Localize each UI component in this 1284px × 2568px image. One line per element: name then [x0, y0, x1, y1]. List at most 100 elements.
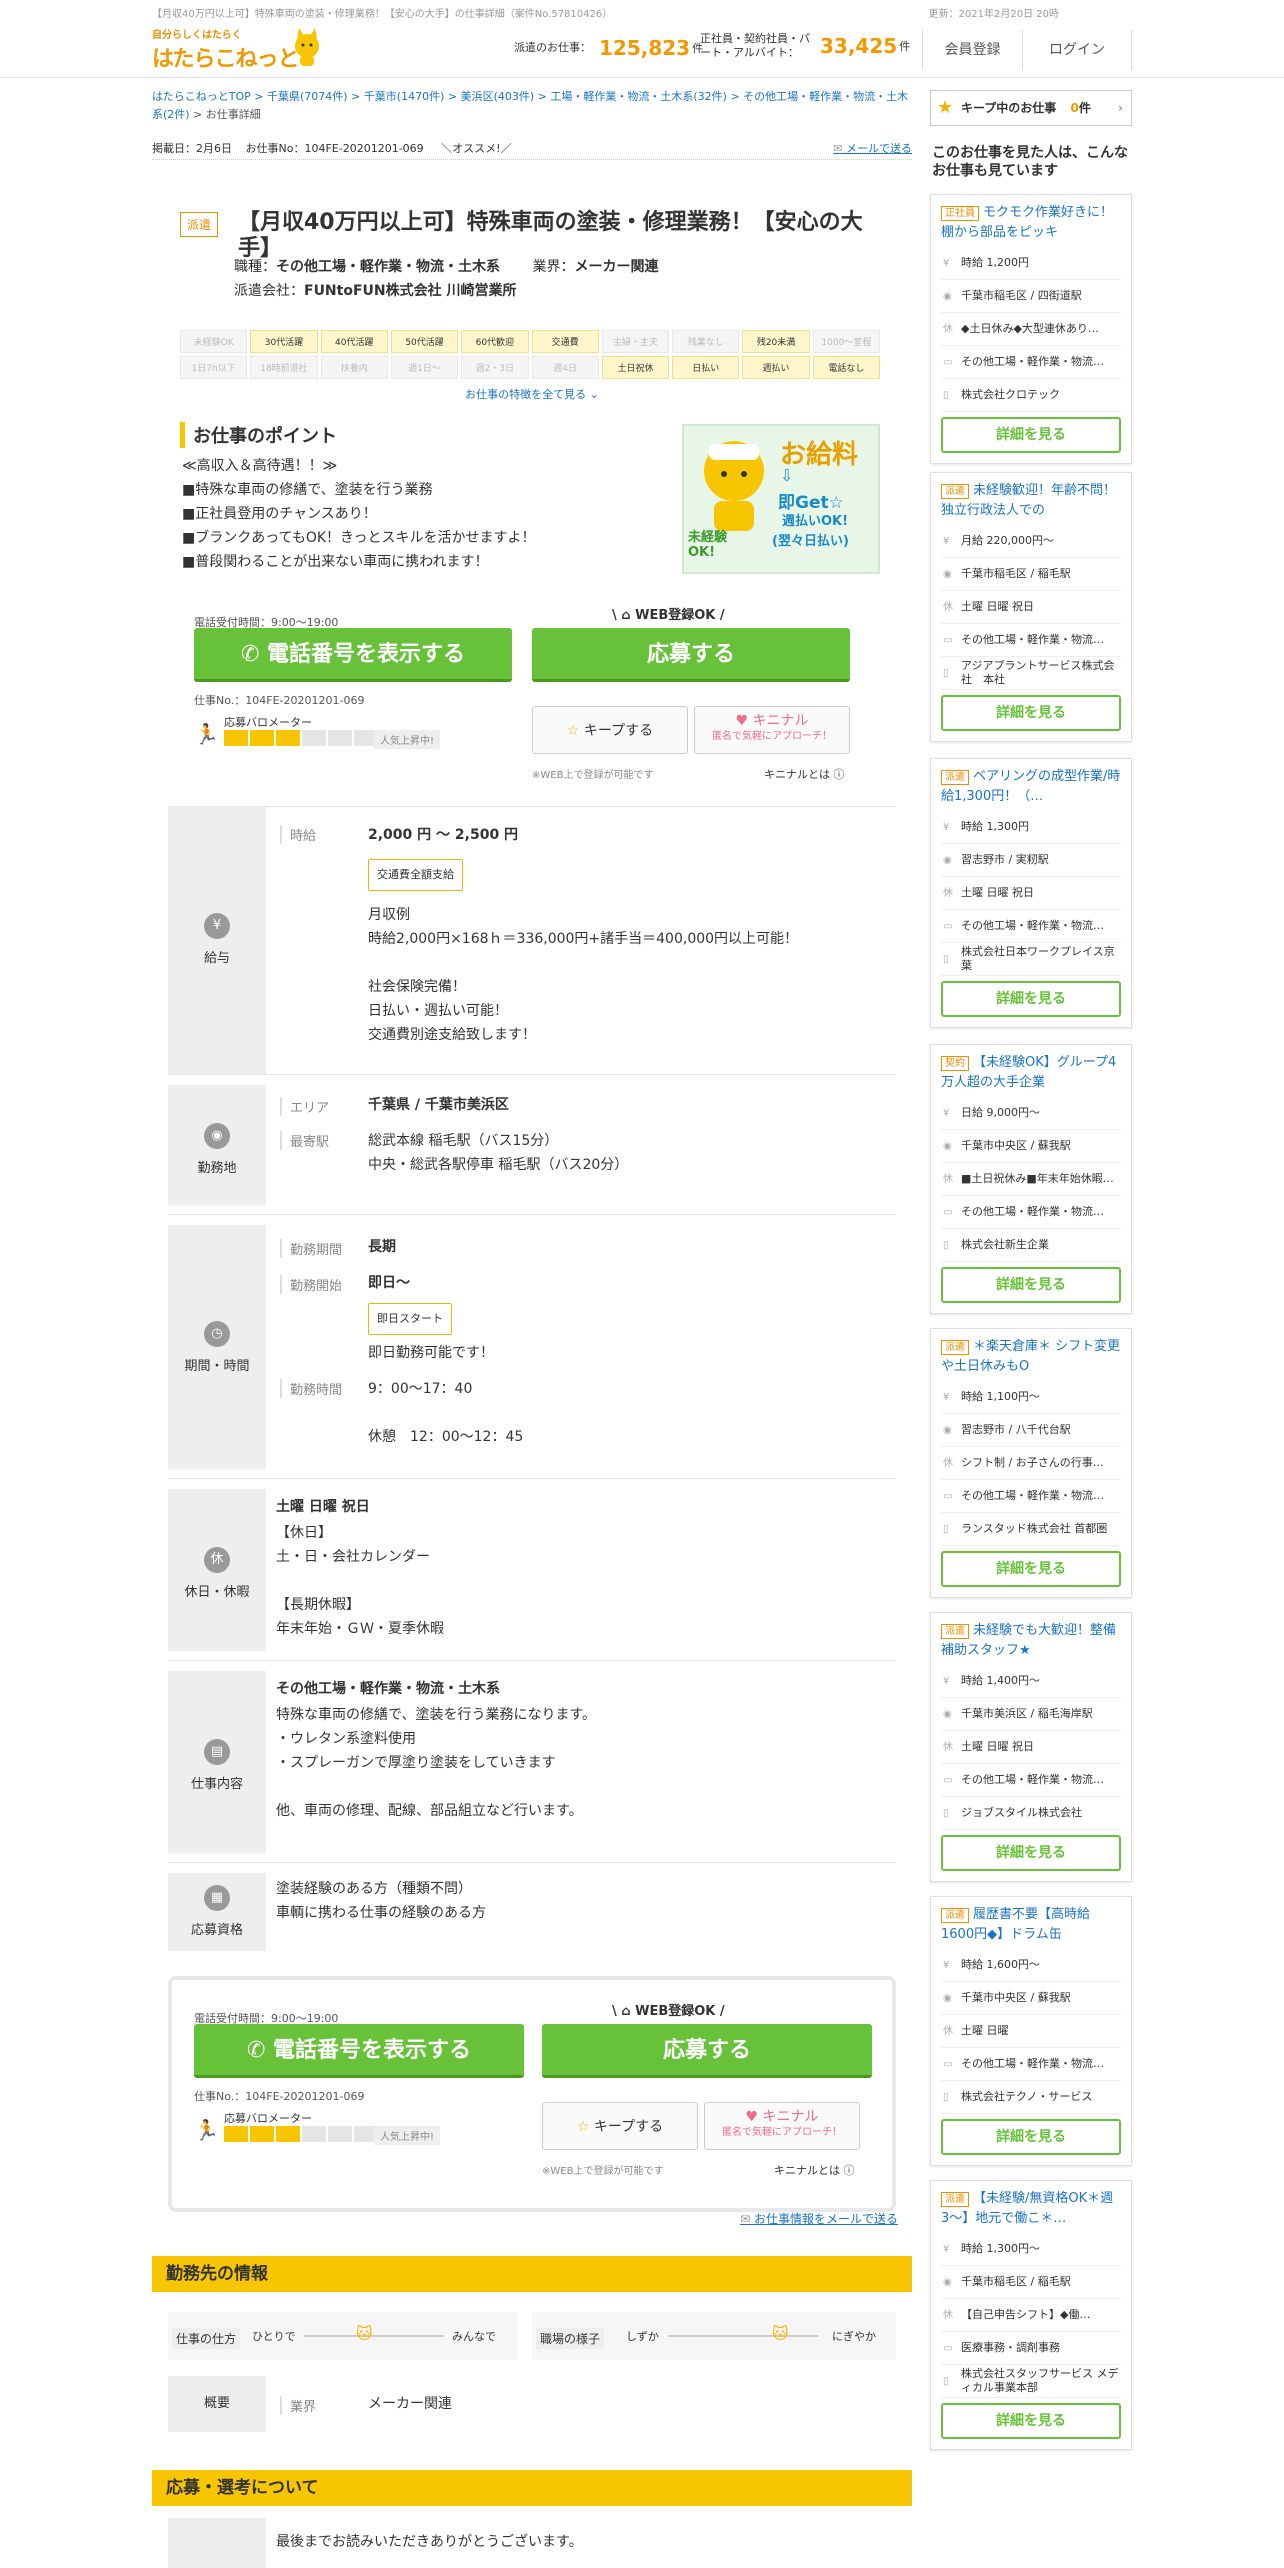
- work-style-left: ひとりで: [252, 2330, 296, 2343]
- kininaru-button-2[interactable]: ♥ キニナル 匿名で気軽にアプローチ！: [704, 2102, 860, 2150]
- holiday-body: 【休日】 土・日・会社カレンダー 【長期休暇】 年末年始・ＧＷ・夏季休暇: [276, 1525, 444, 1637]
- recommend-row-text: 株式会社日本ワークプレイス京葉: [961, 945, 1115, 972]
- feature-tag: 週4日: [531, 356, 599, 379]
- barometer-segment: [250, 2126, 274, 2142]
- more-features-link[interactable]: お仕事の特徴を全て見る ⌄: [152, 386, 912, 402]
- workplace-bar: 勤務先の情報: [152, 2256, 912, 2292]
- kininaru-label-2: キニナル: [762, 2109, 819, 2125]
- recommend-row-text: 月給 220,000円～: [961, 534, 1054, 547]
- recommend-card-title[interactable]: 契約 【未経験OK】グループ4万人超の大手企業: [941, 1053, 1121, 1093]
- recommend-heading: このお仕事を見た人は、こんなお仕事も見ています: [932, 145, 1128, 179]
- apply-button-2[interactable]: 応募する: [542, 2024, 872, 2078]
- recommend-row: 休シフト制 / お子さんの行事…: [941, 1447, 1121, 1480]
- overview-section: 概要 業界 メーカー関連: [168, 2376, 896, 2456]
- keep-button-2[interactable]: ☆ キープする: [542, 2102, 698, 2150]
- breadcrumb-path[interactable]: はたらこねっとTOP > 千葉県(7074件) > 千葉市(1470件) > 美…: [152, 90, 908, 121]
- category-icon: ▭: [943, 1491, 953, 1502]
- barometer-segment: [328, 2126, 352, 2142]
- qual-head-label: 応募資格: [190, 1923, 243, 1938]
- feature-tag: 日払い: [672, 356, 740, 379]
- recommend-row-text: 千葉市稲毛区 / 四街道駅: [961, 289, 1082, 302]
- keep-list-box[interactable]: ★ キープ中のお仕事 0件 ›: [930, 90, 1132, 126]
- web-ok-label: \ ⌂ WEB登録OK /: [612, 608, 725, 623]
- holiday-section: 休休日・休暇 土曜 日曜 祝日 【休日】 土・日・会社カレンダー 【長期休暇】 …: [168, 1478, 896, 1660]
- location-section: ◉ 勤務地 エリア 千葉県 / 千葉市美浜区 最寄駅 総武本線 稲毛駅（バス15分…: [168, 1074, 896, 1214]
- recommend-card: 契約 【未経験OK】グループ4万人超の大手企業 ¥ 日給 9,000円～ ◉ 千葉市中央区…: [930, 1044, 1132, 1314]
- start-key: 勤務開始: [280, 1275, 342, 1294]
- work-head: ▤ 仕事内容: [168, 1671, 266, 1853]
- recommend-detail-button[interactable]: 詳細を見る: [941, 981, 1121, 1017]
- recommend-card-title[interactable]: 派遣 ＊楽天倉庫＊ シフト変更や土日休みもO: [941, 1337, 1121, 1377]
- mood-left: しずか: [626, 2330, 659, 2343]
- recommend-card-title[interactable]: 派遣 未経験歓迎！年齢不問！独立行政法人での: [941, 481, 1121, 521]
- recommend-card-title[interactable]: 派遣 ベアリングの成型作業/時給1,300円！（…: [941, 767, 1121, 807]
- category-icon: ▭: [943, 2343, 953, 2354]
- station-key: 最寄駅: [280, 1131, 329, 1150]
- mail-job-link[interactable]: ✉ お仕事情報をメールで送る: [740, 2210, 898, 2227]
- recommend-detail-button[interactable]: 詳細を見る: [941, 1835, 1121, 1871]
- recommend-card-title[interactable]: 派遣 履歴書不要【高時給1600円◆】ドラム缶: [941, 1905, 1121, 1945]
- login-button[interactable]: ログイン: [1022, 30, 1132, 70]
- recommend-row: ¥ 日給 9,000円～: [941, 1097, 1121, 1130]
- category-icon: ▭: [943, 357, 953, 368]
- show-phone-button-2[interactable]: ✆ 電話番号を表示する: [194, 2024, 524, 2078]
- holiday-icon: 休: [943, 888, 953, 899]
- show-phone-label: 電話番号を表示する: [267, 642, 466, 667]
- recommend-row: ▭ その他工場・軽作業・物流…: [941, 624, 1121, 657]
- salary-detail: 月収例 時給2,000円×168ｈ＝336,000円+諸手当＝400,000円以…: [368, 907, 799, 1043]
- selection-head: [168, 2518, 266, 2568]
- recommend-row-text: 時給 1,600円～: [961, 1958, 1040, 1971]
- building-icon: ▯: [943, 1240, 949, 1251]
- recommend-card-title[interactable]: 派遣 未経験でも大歓迎！整備補助スタッフ★: [941, 1621, 1121, 1661]
- recommend-detail-button[interactable]: 詳細を見る: [941, 2403, 1121, 2439]
- web-ok-text: WEB登録OK: [635, 608, 716, 623]
- seishain-count: 33,425: [820, 34, 898, 58]
- register-button[interactable]: 会員登録: [922, 30, 1022, 70]
- top-note: 【月収40万円以上可】特殊車両の塗装・修理業務！【安心の大手】の仕事詳細（案件N…: [0, 0, 1284, 20]
- recommend-row-text: 土曜 日曜 祝日: [961, 600, 1034, 613]
- kininaru-help-link[interactable]: キニナルとは ⓘ: [764, 766, 845, 782]
- recommend-detail-button[interactable]: 詳細を見る: [941, 1551, 1121, 1587]
- star-icon: ★: [937, 97, 954, 118]
- recommend-card-title[interactable]: 正社員 モクモク作業好きに！棚から部品をピッキ: [941, 203, 1121, 243]
- work-style-slider: 仕事の仕方 ひとりで 🐱 みんなで: [168, 2312, 518, 2360]
- work-title: その他工場・軽作業・物流・土木系: [276, 1681, 500, 1697]
- feature-tag: 40代活躍: [320, 330, 388, 353]
- category-icon: ▭: [943, 1775, 953, 1786]
- yen-icon: ¥: [943, 1108, 950, 1119]
- document-icon: ▦: [204, 1885, 230, 1911]
- kininaru-help-link-2[interactable]: キニナルとは ⓘ: [774, 2162, 855, 2178]
- building-icon: ▯: [943, 954, 949, 965]
- recommend-row-text: 時給 1,400円～: [961, 1674, 1040, 1687]
- recommend-detail-button[interactable]: 詳細を見る: [941, 417, 1121, 453]
- keep-button[interactable]: ☆ キープする: [532, 706, 688, 754]
- kininaru-button[interactable]: ♥ キニナル 匿名で気軽にアプローチ！: [694, 706, 850, 754]
- recommend-row-text: シフト制 / お子さんの行事…: [961, 1456, 1104, 1469]
- keep-label: キープする: [583, 723, 654, 739]
- site-logo[interactable]: 自分らしくはたらく はたらこねっと: [152, 26, 322, 74]
- recommend-detail-button[interactable]: 詳細を見る: [941, 1267, 1121, 1303]
- job-category-row: 職種：その他工場・軽作業・物流・土木系 業界：メーカー関連: [234, 256, 658, 276]
- recommend-row: ▯ 株式会社スタッフサービス メディカル事業本部: [941, 2365, 1121, 2398]
- barometer-label: 応募バロメーター: [224, 716, 312, 729]
- keep-list-unit: 件: [1078, 101, 1091, 115]
- recommend-row: ◉ 千葉市稲毛区 / 稲毛駅: [941, 558, 1121, 591]
- help-icon: ⓘ: [833, 768, 845, 781]
- feature-tag: 50代活躍: [390, 330, 459, 353]
- mood-slider: 職場の様子 しずか 🐱 にぎやか: [532, 2312, 896, 2360]
- web-note-2: ※WEB上で登録が可能です: [542, 2166, 664, 2177]
- recommend-detail-button[interactable]: 詳細を見る: [941, 695, 1121, 731]
- holiday-icon: 休: [943, 602, 953, 613]
- recommend-card: 派遣 【未経験/無資格OK＊週3～】地元で働こ＊… ¥ 時給 1,300円～ ◉ 千葉市稲…: [930, 2180, 1132, 2450]
- page-title-note: 【月収40万円以上可】特殊車両の塗装・修理業務！【安心の大手】の仕事詳細（案件N…: [152, 9, 613, 20]
- mail-send-link[interactable]: ✉ メールで送る: [833, 140, 912, 156]
- holiday-head-label: 休日・休暇: [184, 1585, 250, 1600]
- map-pin-icon: ◉: [943, 2277, 952, 2288]
- recommend-card-title[interactable]: 派遣 【未経験/無資格OK＊週3～】地元で働こ＊…: [941, 2189, 1121, 2229]
- recommend-row-text: その他工場・軽作業・物流…: [961, 1205, 1104, 1218]
- work-head-label: 仕事内容: [190, 1777, 243, 1792]
- apply-button[interactable]: 応募する: [532, 628, 850, 682]
- start-note: 即日勤務可能です！: [368, 1345, 494, 1361]
- show-phone-button[interactable]: ✆ 電話番号を表示する: [194, 628, 512, 682]
- recommend-detail-button[interactable]: 詳細を見る: [941, 2119, 1121, 2155]
